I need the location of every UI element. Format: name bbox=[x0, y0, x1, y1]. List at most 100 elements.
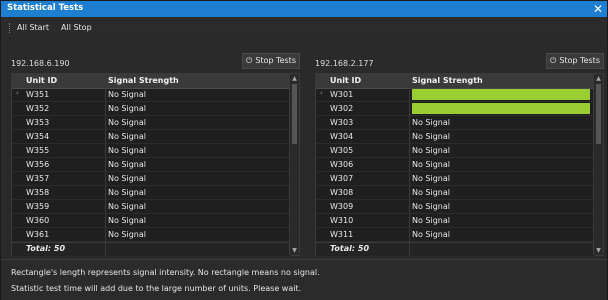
scroll-thumb[interactable] bbox=[292, 84, 297, 144]
table-row[interactable]: W306 No Signal bbox=[316, 158, 595, 172]
total-label: Total: 50 bbox=[330, 244, 370, 253]
stop-tests-label: Stop Tests bbox=[255, 56, 296, 65]
column-signal-strength[interactable]: Signal Strength bbox=[412, 76, 483, 85]
window-title: Statistical Tests bbox=[7, 3, 84, 13]
signal-strength-cell: No Signal bbox=[412, 230, 450, 239]
grid-rows: › W301 W302 W303 No Signal W304 No Signal W305 N… bbox=[316, 88, 595, 242]
stop-tests-button[interactable]: ⏻ Stop Tests bbox=[242, 53, 300, 69]
table-row[interactable]: W360 No Signal bbox=[12, 214, 291, 228]
signal-strength-cell: No Signal bbox=[108, 118, 146, 127]
scroll-down-icon[interactable]: ▼ bbox=[594, 246, 603, 255]
signal-strength-cell: No Signal bbox=[412, 216, 450, 225]
footer-note: Statistic test time will add due to the … bbox=[11, 284, 302, 293]
unit-id-cell: W360 bbox=[26, 216, 50, 225]
signal-strength-cell: No Signal bbox=[108, 132, 146, 141]
signal-strength-bar bbox=[412, 103, 590, 114]
unit-id-cell: W351 bbox=[26, 90, 50, 99]
grid-header: Unit ID Signal Strength bbox=[12, 74, 291, 89]
signal-strength-cell: No Signal bbox=[412, 174, 450, 183]
all-stop-button[interactable]: All Stop bbox=[61, 23, 92, 32]
scroll-up-icon[interactable]: ▲ bbox=[290, 74, 299, 83]
table-row[interactable]: › W301 bbox=[316, 88, 595, 102]
signal-strength-cell: No Signal bbox=[108, 188, 146, 197]
stop-tests-label: Stop Tests bbox=[559, 56, 600, 65]
unit-id-cell: W304 bbox=[330, 132, 354, 141]
unit-id-cell: W306 bbox=[330, 160, 354, 169]
row-selector-icon: › bbox=[320, 89, 323, 97]
device-ip-label: 192.168.2.177 bbox=[315, 59, 374, 68]
grid-header: Unit ID Signal Strength bbox=[316, 74, 595, 89]
grid-total-row: Total: 50 bbox=[12, 242, 291, 256]
unit-id-cell: W355 bbox=[26, 146, 50, 155]
table-row[interactable]: W357 No Signal bbox=[12, 172, 291, 186]
table-row[interactable]: › W351 No Signal bbox=[12, 88, 291, 102]
column-divider bbox=[409, 74, 410, 255]
signal-strength-cell: No Signal bbox=[412, 132, 450, 141]
grid-rows: › W351 No Signal W352 No Signal W353 No Signal… bbox=[12, 88, 291, 242]
table-row[interactable]: W359 No Signal bbox=[12, 200, 291, 214]
power-icon: ⏻ bbox=[550, 56, 557, 65]
column-unit-id[interactable]: Unit ID bbox=[330, 76, 361, 85]
table-row[interactable]: W311 No Signal bbox=[316, 228, 595, 242]
all-start-button[interactable]: All Start bbox=[17, 23, 49, 32]
scroll-thumb[interactable] bbox=[596, 84, 601, 144]
row-selector-icon: › bbox=[16, 89, 19, 97]
signal-strength-cell: No Signal bbox=[108, 104, 146, 113]
table-row[interactable]: W358 No Signal bbox=[12, 186, 291, 200]
scroll-up-icon[interactable]: ▲ bbox=[594, 74, 603, 83]
table-row[interactable]: W353 No Signal bbox=[12, 116, 291, 130]
info-footer: Rectangle's length represents signal int… bbox=[1, 259, 607, 300]
unit-id-cell: W307 bbox=[330, 174, 354, 183]
signal-strength-cell: No Signal bbox=[412, 160, 450, 169]
footer-note: Rectangle's length represents signal int… bbox=[11, 268, 320, 277]
unit-id-cell: W354 bbox=[26, 132, 50, 141]
signal-strength-cell: No Signal bbox=[412, 146, 450, 155]
unit-id-cell: W358 bbox=[26, 188, 50, 197]
vertical-scrollbar[interactable]: ▲ ▼ bbox=[593, 74, 603, 255]
signal-strength-cell: No Signal bbox=[108, 174, 146, 183]
table-row[interactable]: W309 No Signal bbox=[316, 200, 595, 214]
power-icon: ⏻ bbox=[246, 56, 253, 65]
unit-id-cell: W357 bbox=[26, 174, 50, 183]
unit-id-cell: W361 bbox=[26, 230, 50, 239]
column-signal-strength[interactable]: Signal Strength bbox=[108, 76, 179, 85]
table-row[interactable]: W352 No Signal bbox=[12, 102, 291, 116]
signal-strength-cell: No Signal bbox=[412, 202, 450, 211]
table-row[interactable]: W361 No Signal bbox=[12, 228, 291, 242]
signal-strength-cell: No Signal bbox=[108, 230, 146, 239]
signal-strength-cell: No Signal bbox=[412, 188, 450, 197]
signal-strength-cell: No Signal bbox=[108, 216, 146, 225]
grid-total-row: Total: 50 bbox=[316, 242, 595, 256]
table-row[interactable]: W308 No Signal bbox=[316, 186, 595, 200]
unit-id-cell: W301 bbox=[330, 90, 354, 99]
table-row[interactable]: W354 No Signal bbox=[12, 130, 291, 144]
signal-strength-cell: No Signal bbox=[108, 90, 146, 99]
unit-id-cell: W308 bbox=[330, 188, 354, 197]
signal-strength-bar bbox=[412, 89, 590, 100]
table-row[interactable]: W304 No Signal bbox=[316, 130, 595, 144]
table-row[interactable]: W307 No Signal bbox=[316, 172, 595, 186]
unit-id-cell: W311 bbox=[330, 230, 354, 239]
column-unit-id[interactable]: Unit ID bbox=[26, 76, 57, 85]
table-row[interactable]: W302 bbox=[316, 102, 595, 116]
unit-id-cell: W309 bbox=[330, 202, 354, 211]
table-row[interactable]: W356 No Signal bbox=[12, 158, 291, 172]
unit-id-cell: W303 bbox=[330, 118, 354, 127]
unit-id-cell: W359 bbox=[26, 202, 50, 211]
scroll-down-icon[interactable]: ▼ bbox=[290, 246, 299, 255]
total-label: Total: 50 bbox=[26, 244, 66, 253]
signal-strength-cell: No Signal bbox=[108, 202, 146, 211]
unit-id-cell: W356 bbox=[26, 160, 50, 169]
unit-id-cell: W305 bbox=[330, 146, 354, 155]
table-row[interactable]: W305 No Signal bbox=[316, 144, 595, 158]
close-icon[interactable]: ✕ bbox=[589, 1, 607, 17]
title-bar: Statistical Tests ✕ bbox=[1, 1, 607, 17]
table-row[interactable]: W303 No Signal bbox=[316, 116, 595, 130]
left-panel: 192.168.6.190 ⏻ Stop Tests Unit ID Signal… bbox=[11, 49, 300, 256]
right-panel: 192.168.2.177 ⏻ Stop Tests Unit ID Signal… bbox=[315, 49, 604, 256]
table-row[interactable]: W355 No Signal bbox=[12, 144, 291, 158]
stop-tests-button[interactable]: ⏻ Stop Tests bbox=[546, 53, 604, 69]
signal-strength-cell: No Signal bbox=[108, 146, 146, 155]
vertical-scrollbar[interactable]: ▲ ▼ bbox=[289, 74, 299, 255]
table-row[interactable]: W310 No Signal bbox=[316, 214, 595, 228]
